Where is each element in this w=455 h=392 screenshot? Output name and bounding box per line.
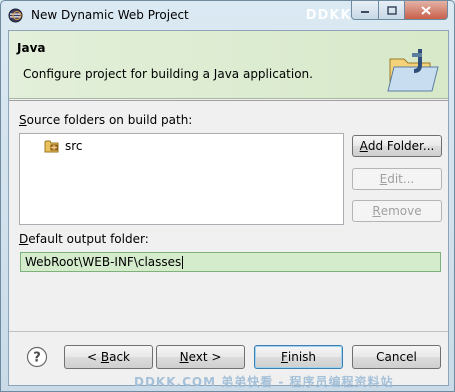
svg-text:?: ? [33, 351, 41, 366]
minimize-icon [361, 11, 369, 13]
dialog-window: New Dynamic Web Project DDKK.COM Java Co… [0, 0, 455, 392]
title-bar[interactable]: New Dynamic Web Project DDKK.COM [1, 1, 454, 30]
watermark-bottom: DDKK.COM 弟弟快看 - 程序员编程资料站 [134, 375, 394, 389]
dialog-content: Java Configure project for building a Ja… [8, 30, 449, 386]
output-folder-input[interactable]: WebRoot\WEB-INF\classes [20, 252, 441, 272]
remove-button[interactable]: Remove [352, 200, 442, 222]
window-controls [351, 1, 448, 20]
edit-button[interactable]: Edit... [352, 168, 442, 190]
back-button[interactable]: < Back [64, 345, 153, 369]
source-folders-label: Source folders on build path: [19, 113, 193, 127]
cancel-button[interactable]: Cancel [352, 345, 441, 369]
banner-description: Configure project for building a Java ap… [23, 67, 313, 81]
close-icon [421, 5, 431, 15]
button-bar-separator [9, 331, 448, 332]
tree-item-src[interactable]: src [44, 139, 83, 153]
close-button[interactable] [405, 1, 448, 20]
window-title: New Dynamic Web Project [31, 8, 189, 22]
next-button[interactable]: Next > [156, 345, 245, 369]
help-icon[interactable]: ? [26, 346, 48, 368]
banner-separator [9, 100, 448, 101]
package-folder-icon [44, 140, 59, 153]
minimize-button[interactable] [351, 1, 379, 20]
source-folders-tree[interactable]: src [19, 133, 344, 225]
add-folder-button[interactable]: Add Folder... [352, 135, 442, 157]
output-folder-label: Default output folder: [19, 232, 149, 246]
banner-title: Java [17, 41, 46, 55]
wizard-banner: Java Configure project for building a Ja… [9, 31, 448, 99]
eclipse-app-icon [8, 8, 23, 23]
maximize-button[interactable] [379, 1, 405, 20]
java-folder-icon [387, 49, 439, 92]
maximize-icon [386, 5, 397, 15]
tree-item-label: src [65, 139, 83, 153]
finish-button[interactable]: Finish [254, 345, 343, 369]
text-caret [182, 256, 184, 269]
